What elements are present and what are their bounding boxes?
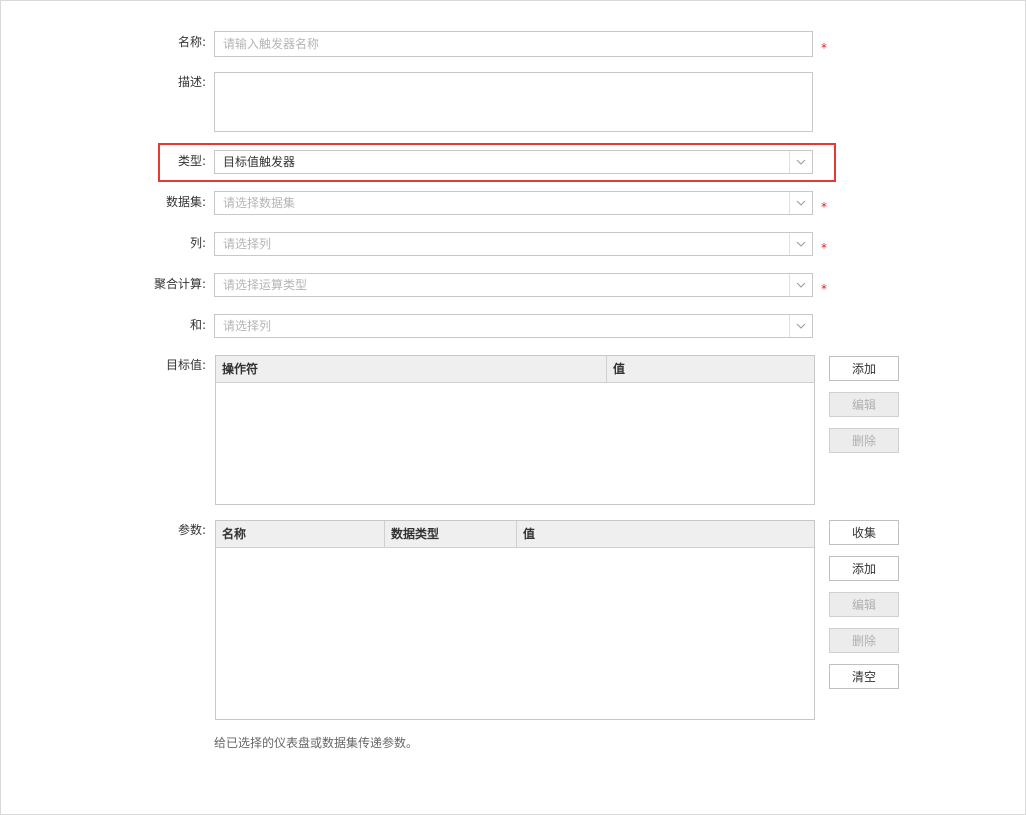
column-select[interactable]: 请选择列 (214, 232, 813, 256)
aggregation-select[interactable]: 请选择运算类型 (214, 273, 813, 297)
chevron-down-icon[interactable] (789, 192, 812, 214)
chevron-down-icon[interactable] (789, 233, 812, 255)
description-textarea[interactable] (214, 72, 813, 132)
and-label: 和: (189, 318, 206, 332)
and-select[interactable]: 请选择列 (214, 314, 813, 338)
target-edit-button[interactable]: 编辑 (829, 392, 899, 417)
column-header-name[interactable]: 名称 (216, 521, 385, 547)
chevron-down-icon[interactable] (789, 274, 812, 296)
chevron-down-icon[interactable] (789, 315, 812, 337)
params-table[interactable]: 名称 数据类型 值 (215, 520, 815, 720)
params-add-button[interactable]: 添加 (829, 556, 899, 581)
description-label: 描述: (177, 75, 206, 89)
column-label: 列: (189, 236, 206, 250)
aggregation-select-placeholder: 请选择运算类型 (223, 278, 308, 292)
target-value-table[interactable]: 操作符 值 (215, 355, 815, 505)
dataset-select-placeholder: 请选择数据集 (223, 196, 296, 210)
table-header: 名称 数据类型 值 (216, 521, 814, 548)
target-label: 目标值: (165, 358, 206, 372)
params-delete-button[interactable]: 删除 (829, 628, 899, 653)
type-label: 类型: (177, 154, 206, 168)
name-required-mark: * (821, 41, 827, 55)
params-edit-button[interactable]: 编辑 (829, 592, 899, 617)
type-select[interactable]: 目标值触发器 (214, 150, 813, 174)
aggregation-label: 聚合计算: (153, 277, 206, 291)
table-header: 操作符 值 (216, 356, 814, 383)
target-delete-button[interactable]: 删除 (829, 428, 899, 453)
name-input[interactable] (214, 31, 813, 57)
column-header-value[interactable]: 值 (607, 356, 814, 382)
dataset-required-mark: * (821, 200, 827, 214)
dataset-label: 数据集: (165, 195, 206, 209)
params-label: 参数: (177, 523, 206, 537)
column-select-placeholder: 请选择列 (223, 237, 272, 251)
aggregation-required-mark: * (821, 282, 827, 296)
dataset-select[interactable]: 请选择数据集 (214, 191, 813, 215)
chevron-down-icon[interactable] (789, 151, 812, 173)
column-header-operator[interactable]: 操作符 (216, 356, 607, 382)
params-hint-text: 给已选择的仪表盘或数据集传递参数。 (214, 736, 419, 750)
column-header-value[interactable]: 值 (517, 521, 814, 547)
params-clear-button[interactable]: 清空 (829, 664, 899, 689)
target-add-button[interactable]: 添加 (829, 356, 899, 381)
params-collect-button[interactable]: 收集 (829, 520, 899, 545)
column-required-mark: * (821, 241, 827, 255)
and-select-placeholder: 请选择列 (223, 319, 272, 333)
name-label: 名称: (177, 35, 206, 49)
type-select-value: 目标值触发器 (223, 155, 296, 169)
column-header-data-type[interactable]: 数据类型 (385, 521, 517, 547)
